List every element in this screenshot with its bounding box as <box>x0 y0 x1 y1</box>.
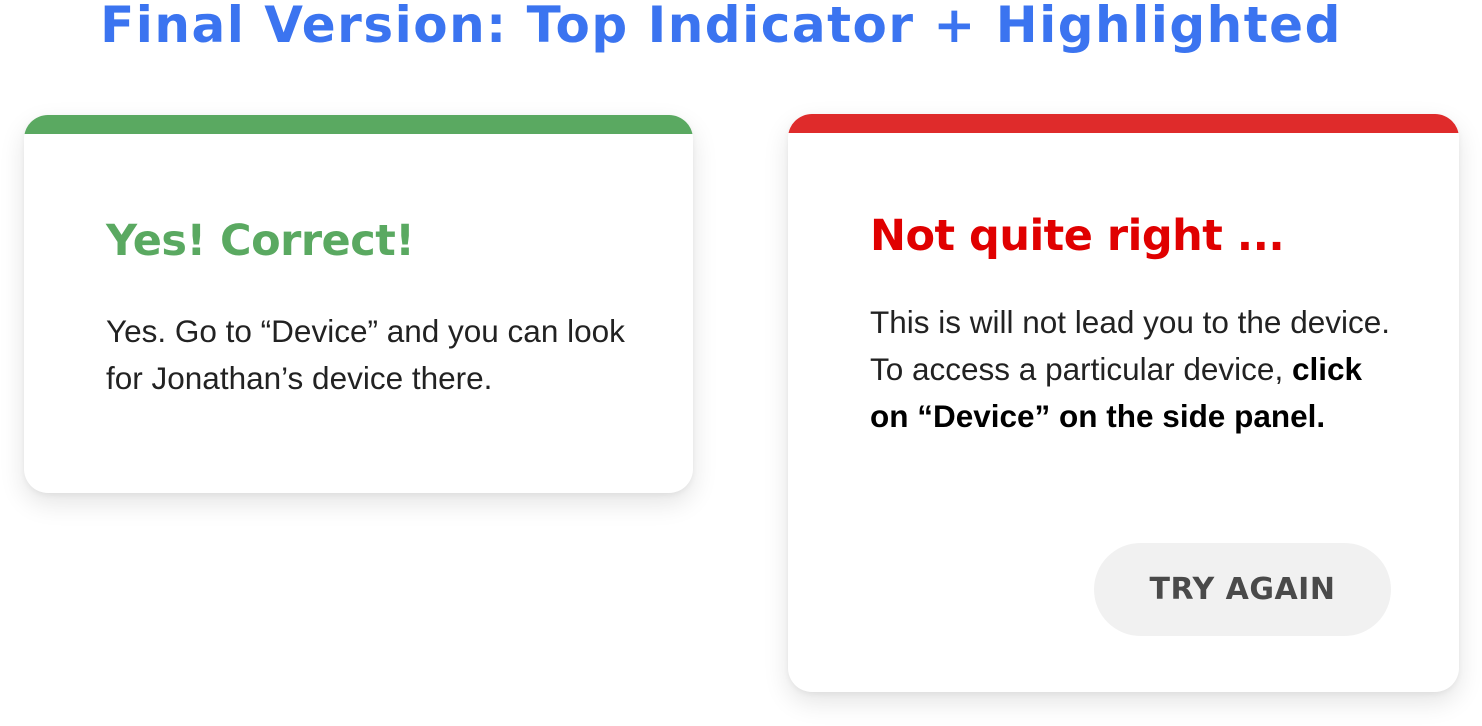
incorrect-feedback-card: Not quite right ... This is will not lea… <box>788 114 1459 692</box>
page: Final Version: Top Indicator + Highlight… <box>0 0 1482 726</box>
page-title: Final Version: Top Indicator + Highlight… <box>100 0 1342 54</box>
success-indicator-bar <box>24 115 693 134</box>
correct-feedback-card: Yes! Correct! Yes. Go to “Device” and yo… <box>24 115 693 493</box>
correct-heading: Yes! Correct! <box>106 216 415 266</box>
correct-body-text: Yes. Go to “Device” and you can look for… <box>106 313 625 396</box>
incorrect-body-text: This is will not lead you to the device.… <box>870 299 1390 440</box>
incorrect-heading: Not quite right ... <box>870 211 1285 261</box>
error-indicator-bar <box>788 114 1459 133</box>
try-again-button[interactable]: TRY AGAIN <box>1094 543 1391 636</box>
